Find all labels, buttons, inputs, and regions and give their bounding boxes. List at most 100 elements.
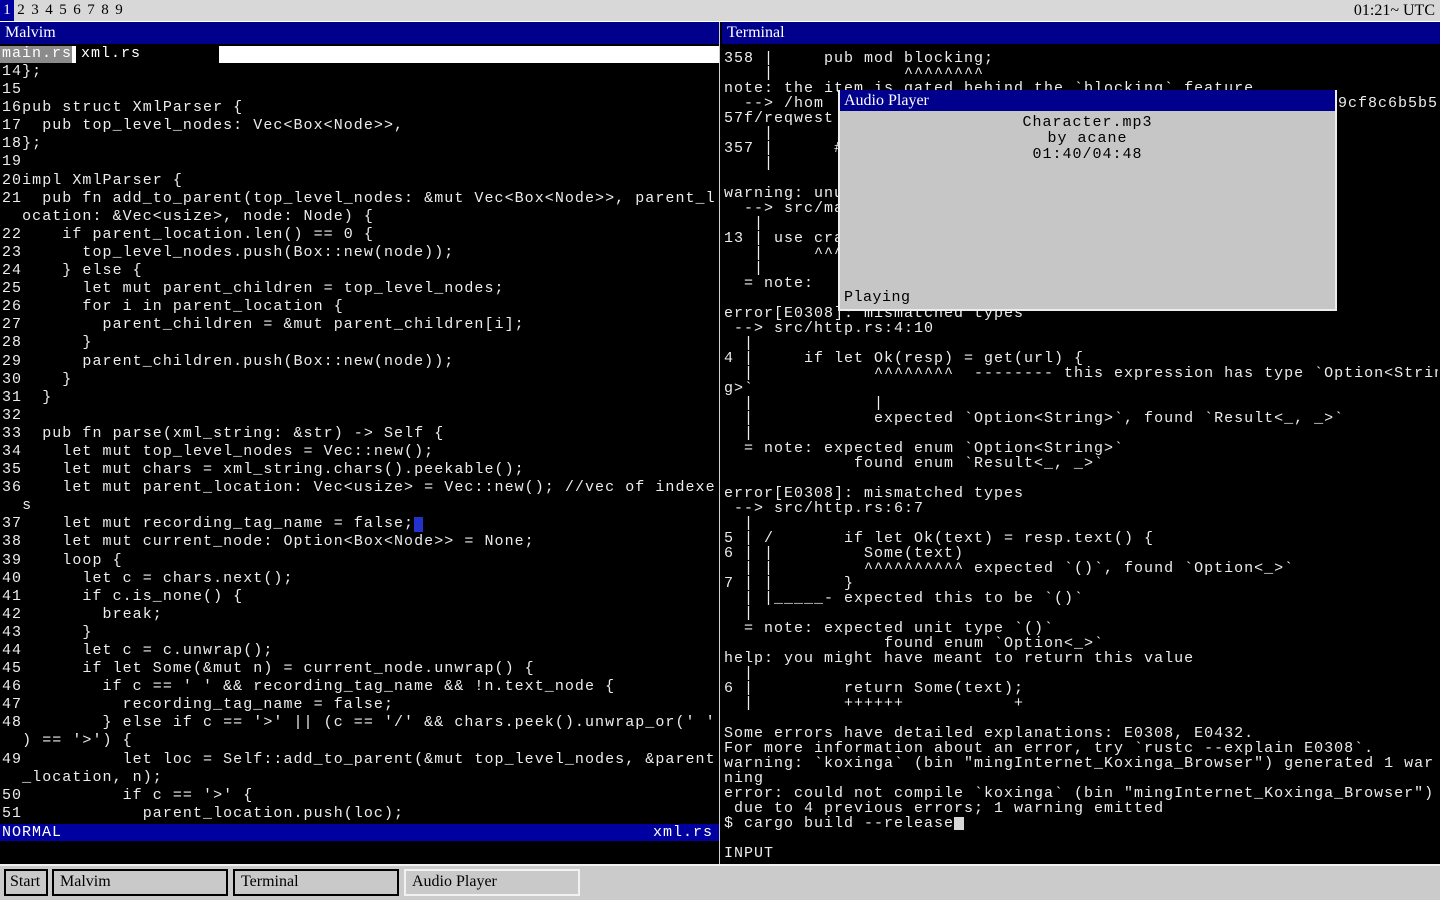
editor-line: 28 } — [2, 334, 718, 352]
editor-line: 45 if let Some(&mut n) = current_node.un… — [2, 660, 718, 678]
editor-line: ) == '>') { — [2, 732, 718, 750]
editor-line: 26 for i in parent_location { — [2, 298, 718, 316]
audio-player-body: Character.mp3 by acane 01:40/04:48 Playi… — [840, 111, 1335, 307]
editor-line: 20impl XmlParser { — [2, 172, 718, 190]
tab-main-rs[interactable]: main.rs — [0, 46, 72, 63]
editor-line: 34 let mut top_level_nodes = Vec::new(); — [2, 443, 718, 461]
track-title: Character.mp3 — [840, 115, 1335, 131]
terminal-line: g>` — [724, 381, 1438, 396]
editor-line: 15 — [2, 81, 718, 99]
editor-line: 40 let c = chars.next(); — [2, 570, 718, 588]
terminal-line: 6 | return Some(text); — [724, 681, 1438, 696]
terminal-line-cursor — [954, 817, 964, 830]
editor-line-cursor — [414, 517, 423, 532]
terminal-line: found enum `Result<_, _>` — [724, 456, 1438, 471]
editor-line: 43 } — [2, 624, 718, 642]
terminal-line: help: you might have meant to return thi… — [724, 651, 1438, 666]
editor-line: 25 let mut parent_children = top_level_n… — [2, 280, 718, 298]
taskbar-item-audio-player[interactable]: Audio Player — [404, 869, 580, 896]
workspace-7[interactable]: 7 — [84, 0, 98, 21]
workspace-1[interactable]: 1 — [0, 0, 14, 21]
workspace-6[interactable]: 6 — [70, 0, 84, 21]
terminal-line: | ^^^^^^^^ -------- this expression has … — [724, 366, 1438, 381]
editor-line: s — [2, 497, 718, 515]
terminal-line: found enum `Option<_>` — [724, 636, 1438, 651]
editor-line: 38 let mut current_node: Option<Box<Node… — [2, 533, 718, 551]
editor-tabline: main.rs xml.rs — [0, 46, 719, 63]
editor-statusbar: NORMAL xml.rs — [0, 824, 719, 841]
workspace-9[interactable]: 9 — [112, 0, 126, 21]
terminal-line — [724, 471, 1438, 486]
editor-line: 24 } else { — [2, 262, 718, 280]
terminal-line-right-fragment: 9cf8c6b5b5 — [1338, 96, 1438, 111]
terminal-line: | — [724, 606, 1438, 621]
workspace-2[interactable]: 2 — [14, 0, 28, 21]
editor-line: 23 top_level_nodes.push(Box::new(node)); — [2, 244, 718, 262]
audio-player-window: Audio Player Character.mp3 by acane 01:4… — [838, 90, 1337, 311]
terminal-line: | — [724, 516, 1438, 531]
terminal-line: error[E0308]: mismatched types — [724, 486, 1438, 501]
editor-line: 29 parent_children.push(Box::new(node)); — [2, 353, 718, 371]
terminal-line: | expected `Option<String>`, found `Resu… — [724, 411, 1438, 426]
editor-line: 30 } — [2, 371, 718, 389]
workspace-list: 123456789 — [0, 0, 126, 21]
terminal-line: = note: expected enum `Option<String>` — [724, 441, 1438, 456]
terminal-line: --> src/http.rs:4:10 — [724, 321, 1438, 336]
editor-line: 39 loop { — [2, 552, 718, 570]
taskbar: Start Malvim Terminal Audio Player — [0, 864, 1440, 900]
editor-line: 42 break; — [2, 606, 718, 624]
taskbar-item-terminal[interactable]: Terminal — [233, 869, 399, 896]
terminal-line: | — [724, 336, 1438, 351]
terminal-line: 4 | if let Ok(resp) = get(url) { — [724, 351, 1438, 366]
workspace-8[interactable]: 8 — [98, 0, 112, 21]
editor-titlebar[interactable]: Malvim — [0, 22, 719, 44]
editor-buffer[interactable]: 14};1516pub struct XmlParser {17 pub top… — [2, 63, 718, 824]
editor-line: 49 let loc = Self::add_to_parent(&mut to… — [2, 751, 718, 769]
terminal-line: | ^^^^^^^^ — [724, 66, 1438, 81]
terminal-line: ning — [724, 771, 1438, 786]
terminal-line: 7 | | } — [724, 576, 1438, 591]
statusbar-filename: xml.rs — [653, 824, 713, 841]
editor-line: 16pub struct XmlParser { — [2, 99, 718, 117]
editor-line: 44 let c = c.unwrap(); — [2, 642, 718, 660]
terminal-line — [724, 711, 1438, 726]
terminal-line — [724, 831, 1438, 846]
editor-line: 18}; — [2, 135, 718, 153]
vim-mode-indicator: NORMAL — [2, 824, 62, 841]
editor-line: 50 if c == '>' { — [2, 787, 718, 805]
terminal-line: Some errors have detailed explanations: … — [724, 726, 1438, 741]
terminal-line: 358 | pub mod blocking; — [724, 51, 1438, 66]
editor-line: 41 if c.is_none() { — [2, 588, 718, 606]
editor-line: 19 — [2, 153, 718, 171]
start-button[interactable]: Start — [4, 869, 48, 896]
terminal-line: | ++++++ + — [724, 696, 1438, 711]
editor-line: 31 } — [2, 389, 718, 407]
terminal-titlebar[interactable]: Terminal — [722, 22, 1440, 44]
workspace-3[interactable]: 3 — [28, 0, 42, 21]
editor-window: Malvim main.rs xml.rs 14};1516pub struct… — [0, 22, 720, 864]
tab-xml-rs[interactable]: xml.rs — [76, 46, 219, 63]
editor-line: 47 recording_tag_name = false; — [2, 696, 718, 714]
editor-line: 17 pub top_level_nodes: Vec<Box<Node>>, — [2, 117, 718, 135]
editor-line: 22 if parent_location.len() == 0 { — [2, 226, 718, 244]
terminal-line: 5 | / if let Ok(text) = resp.text() { — [724, 531, 1438, 546]
editor-line: 33 pub fn parse(xml_string: &str) -> Sel… — [2, 425, 718, 443]
workspace-5[interactable]: 5 — [56, 0, 70, 21]
editor-line: 14}; — [2, 63, 718, 81]
terminal-line: For more information about an error, try… — [724, 741, 1438, 756]
taskbar-item-malvim[interactable]: Malvim — [52, 869, 228, 896]
workspace-4[interactable]: 4 — [42, 0, 56, 21]
audio-player-titlebar[interactable]: Audio Player — [840, 90, 1335, 111]
editor-line: 27 parent_children = &mut parent_childre… — [2, 316, 718, 334]
track-artist: by acane — [840, 131, 1335, 147]
terminal-line: due to 4 previous errors; 1 warning emit… — [724, 801, 1438, 816]
terminal-line: INPUT — [724, 846, 1438, 861]
terminal-line: = note: expected unit type `()` — [724, 621, 1438, 636]
terminal-line: | |_____- expected this to be `()` — [724, 591, 1438, 606]
editor-line: 48 } else if c == '>' || (c == '/' && ch… — [2, 714, 718, 732]
clock: 01:21~ UTC — [1354, 0, 1435, 21]
editor-line: 32 — [2, 407, 718, 425]
editor-line: 21 pub fn add_to_parent(top_level_nodes:… — [2, 190, 718, 208]
terminal-line: | — [724, 666, 1438, 681]
terminal-line: | | ^^^^^^^^^^ expected `()`, found `Opt… — [724, 561, 1438, 576]
